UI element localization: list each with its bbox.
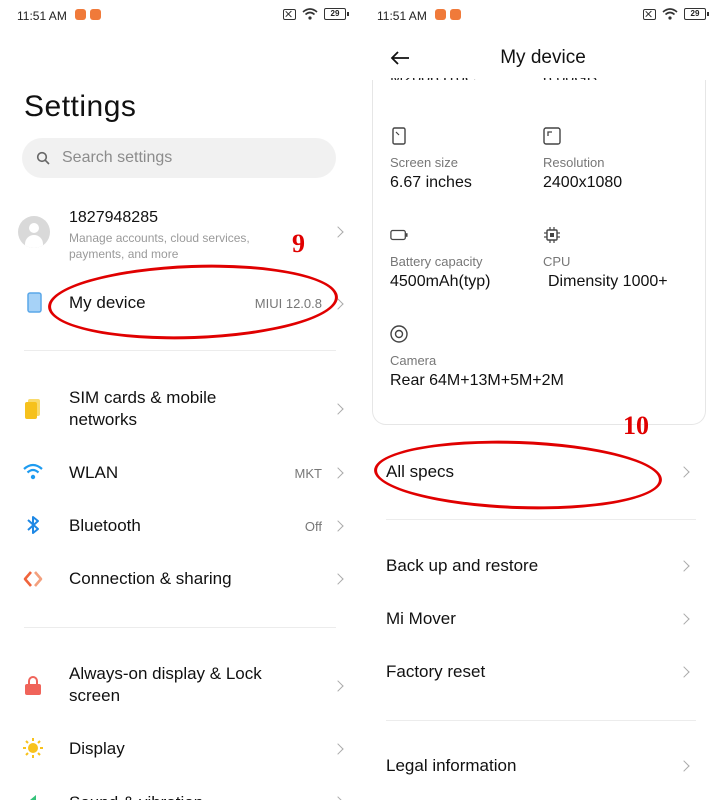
- wifi-icon: [662, 8, 678, 20]
- mi-mover-label: Mi Mover: [386, 609, 456, 628]
- sim-card-icon: [25, 399, 40, 419]
- bluetooth-label: Bluetooth: [69, 516, 141, 535]
- legal-label: Legal information: [386, 756, 517, 775]
- sound-label: Sound & vibration: [69, 792, 203, 800]
- miui-version: MIUI 12.0.8: [254, 296, 322, 311]
- backup-label: Back up and restore: [386, 556, 539, 575]
- spec-value: 4500mAh(typ): [390, 273, 491, 290]
- chevron-right-icon: [332, 573, 344, 585]
- annotation-number: 9: [292, 229, 305, 258]
- bluetooth-row[interactable]: Bluetooth Off: [8, 514, 348, 540]
- mi-mover-row[interactable]: Mi Mover: [368, 609, 708, 633]
- display-label: Display: [69, 739, 125, 758]
- screen-size-icon: [392, 127, 406, 145]
- spec-label: Battery capacity: [390, 254, 483, 269]
- status-bar: 11:51 AM 29: [377, 6, 709, 26]
- chevron-right-icon: [678, 466, 690, 478]
- divider: [24, 627, 336, 628]
- sun-icon: [23, 738, 43, 758]
- chevron-right-icon: [678, 560, 690, 572]
- status-time: 11:51 AM: [17, 9, 67, 23]
- bluetooth-icon: [27, 516, 39, 534]
- wifi-icon: [23, 463, 43, 480]
- battery-icon: 29: [324, 8, 349, 20]
- factory-reset-label: Factory reset: [386, 662, 486, 681]
- display-row[interactable]: Display: [8, 737, 348, 763]
- sim-cards-label: SIM cards & mobile networks: [69, 388, 217, 429]
- resolution-icon: [543, 127, 561, 145]
- cpu-icon: [544, 227, 560, 243]
- search-icon: [36, 151, 50, 165]
- chevron-right-icon: [678, 666, 690, 678]
- page-title: My device: [500, 47, 586, 68]
- status-bar: 11:51 AM 29: [17, 6, 349, 26]
- backup-row[interactable]: Back up and restore: [368, 556, 708, 580]
- legal-row[interactable]: Legal information: [368, 756, 708, 780]
- spec-label: CPU: [543, 254, 571, 269]
- chevron-right-icon: [678, 613, 690, 625]
- all-specs-row[interactable]: All specs: [368, 462, 708, 486]
- battery-icon: 29: [684, 8, 709, 20]
- wlan-label: WLAN: [69, 463, 119, 482]
- page-title: Settings: [24, 90, 137, 123]
- chevron-right-icon: [332, 680, 344, 692]
- sim-off-icon: [643, 8, 656, 20]
- wifi-icon: [302, 8, 318, 20]
- wlan-row[interactable]: WLAN MKT: [8, 461, 348, 487]
- all-specs-label: All specs: [386, 462, 455, 481]
- panel-gap: [359, 0, 361, 800]
- chevron-right-icon: [332, 520, 344, 532]
- notification-icon: [75, 9, 86, 20]
- spec-value: 2400x1080: [543, 174, 623, 191]
- battery-icon: [390, 229, 408, 241]
- chevron-right-icon: [332, 743, 344, 755]
- my-device-label: My device: [69, 293, 146, 312]
- spec-value: Rear 64M+13M+5M+2M: [390, 372, 564, 389]
- chevron-right-icon: [332, 467, 344, 479]
- connection-sharing-row[interactable]: Connection & sharing: [8, 567, 348, 593]
- search-bar[interactable]: [22, 138, 336, 178]
- chevron-right-icon: [332, 226, 344, 238]
- notification-icon: [450, 9, 461, 20]
- chevron-right-icon: [678, 760, 690, 772]
- connection-icon: [23, 571, 43, 587]
- lock-screen-label: Always-on display & Lock screen: [69, 664, 262, 705]
- chevron-right-icon: [332, 298, 344, 310]
- search-input[interactable]: [62, 149, 302, 167]
- spec-label: Camera: [390, 353, 437, 368]
- status-time: 11:51 AM: [377, 9, 427, 23]
- divider: [386, 519, 696, 520]
- phone-icon: [27, 292, 42, 313]
- factory-reset-row[interactable]: Factory reset: [368, 662, 708, 686]
- wlan-value: MKT: [294, 466, 322, 481]
- lock-screen-row[interactable]: Always-on display & Lock screen: [8, 662, 348, 710]
- settings-screen: 11:51 AM 29 Settings 1827948285 Manage a…: [8, 0, 358, 800]
- chevron-right-icon: [332, 403, 344, 415]
- divider: [24, 350, 336, 351]
- spec-value: 6.67 inches: [390, 174, 472, 191]
- camera-icon: [390, 325, 408, 343]
- my-device-screen: 11:51 AM 29 My device M2006J10C 6.00GB S…: [368, 0, 718, 800]
- chevron-right-icon: [332, 796, 344, 800]
- sound-row[interactable]: Sound & vibration: [8, 788, 348, 800]
- notification-icon: [435, 9, 446, 20]
- bluetooth-value: Off: [304, 519, 322, 534]
- connection-sharing-label: Connection & sharing: [69, 569, 232, 588]
- annotation-number: 10: [623, 411, 649, 440]
- sim-cards-row[interactable]: SIM cards & mobile networks: [8, 385, 348, 433]
- my-device-row[interactable]: My device MIUI 12.0.8: [8, 288, 348, 318]
- account-name: 1827948285: [69, 209, 158, 226]
- lock-icon: [25, 676, 41, 695]
- speaker-icon: [25, 795, 36, 800]
- spec-value: Dimensity 1000+: [548, 273, 668, 290]
- sim-off-icon: [283, 8, 296, 20]
- notification-icon: [90, 9, 101, 20]
- spec-label: Resolution: [543, 155, 605, 170]
- spec-label: Screen size: [390, 155, 458, 170]
- divider: [386, 720, 696, 721]
